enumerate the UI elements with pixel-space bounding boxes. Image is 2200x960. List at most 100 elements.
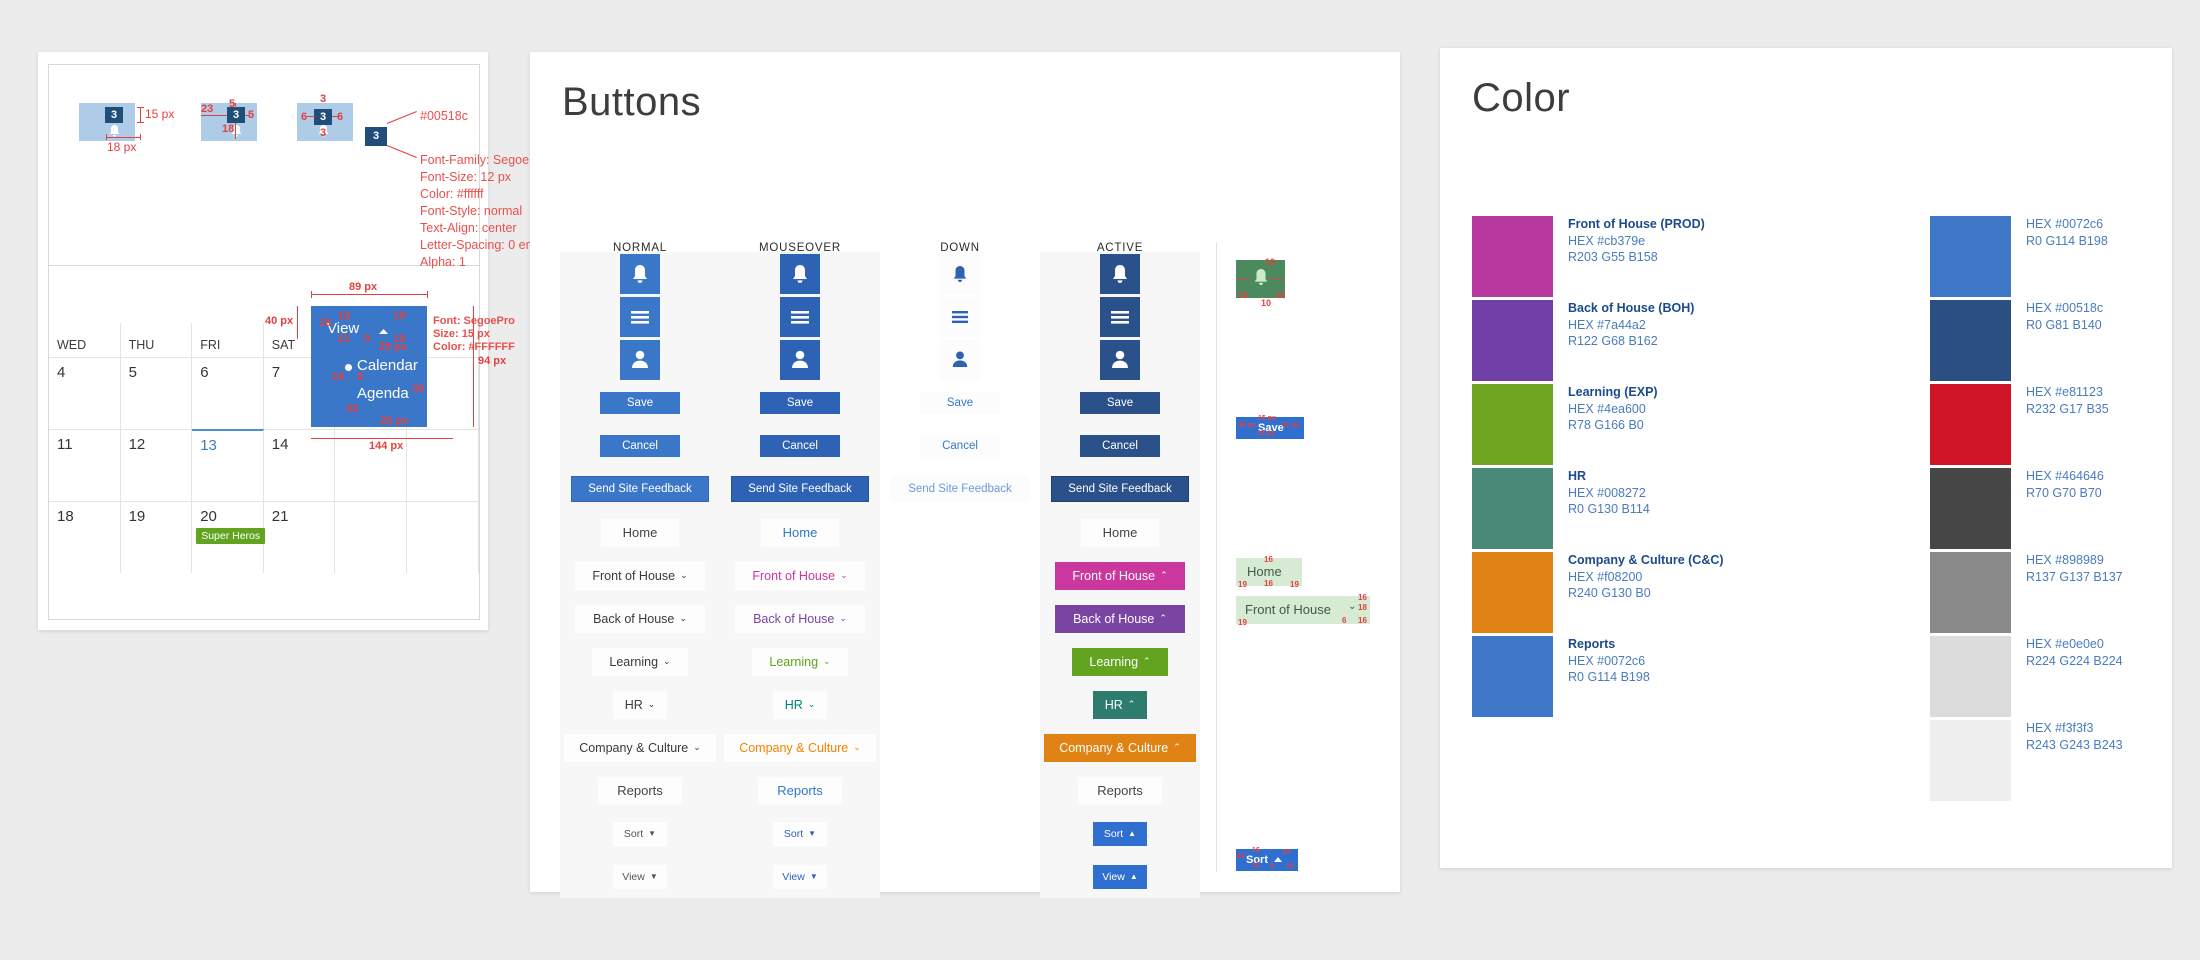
home-button-mouseover[interactable]: Home [761,518,839,547]
annotation-15px: 15 px [145,107,175,121]
chevron-up-icon: ⌃ [1159,613,1167,623]
swatch-info: HEX #464646 R70 G70 B70 [2026,468,2104,549]
swatch-color [1472,636,1553,717]
bell-button-down[interactable] [940,253,980,294]
menu-button-down[interactable] [940,296,980,337]
calendar-cell[interactable] [406,429,479,501]
dropdown-label: Learning [609,654,659,669]
calendar-cell[interactable]: 19 [120,501,193,573]
profile-button-normal[interactable] [620,339,660,380]
view-flyout-item-calendar[interactable]: Calendar [357,357,418,374]
button-row: Cancel [880,424,1040,467]
sort-button-active[interactable]: Sort ▲ [1093,821,1147,846]
button-row: View ▲ [1040,855,1200,898]
front-of-house-dropdown-normal[interactable]: Front of House ⌄ [575,561,705,590]
cancel-button-down[interactable]: Cancel [920,434,1000,457]
swatch-color [1930,552,2011,633]
menu-button-normal[interactable] [620,296,660,337]
swatch-info: Reports HEX #0072c6 R0 G114 B198 [1568,636,1650,717]
reports-button-active[interactable]: Reports [1078,776,1162,805]
annotation-18: 18 [222,123,235,135]
chevron-up-icon[interactable] [378,328,389,335]
cancel-button-normal[interactable]: Cancel [600,434,680,457]
front-of-house-dropdown-active[interactable]: Front of House ⌃ [1055,561,1185,590]
hr-dropdown-mouseover[interactable]: HR ⌄ [773,690,827,719]
profile-button-down[interactable] [940,339,980,380]
calendar-cell[interactable]: 12 [120,429,193,501]
calendar-event[interactable]: Super Heros [196,528,266,544]
text-spec-list: Font-Family: SegoeUI Font-Size: 12 px Co… [420,152,542,271]
cancel-button-mouseover[interactable]: Cancel [760,434,840,457]
calendar-cell-today[interactable]: 13 [192,429,264,501]
sort-button-normal[interactable]: Sort ▼ [613,821,667,846]
save-button-normal[interactable]: Save [600,391,680,414]
save-button-active[interactable]: Save [1080,391,1160,414]
profile-button-active[interactable] [1100,339,1140,380]
company-culture-dropdown-normal[interactable]: Company & Culture ⌄ [564,733,716,762]
swatch-info: HEX #e81123 R232 G17 B35 [2026,384,2109,465]
dropdown-label: Company & Culture [1059,740,1169,755]
color-panel: Color Front of House (PROD) HEX #cb379e … [1440,48,2172,868]
swatch-name: Reports [1568,637,1616,651]
view-button-mouseover[interactable]: View ▼ [773,864,827,889]
learning-dropdown-normal[interactable]: Learning ⌄ [592,647,688,676]
bell-icon [793,264,807,283]
bell-button-mouseover[interactable] [780,253,820,294]
calendar-cell[interactable]: 4 [49,357,121,429]
company-culture-dropdown-active[interactable]: Company & Culture ⌃ [1044,733,1196,762]
swatch-info: Back of House (BOH) HEX #7a44a2 R122 G68… [1568,300,1694,381]
hr-dropdown-active[interactable]: HR ⌃ [1093,690,1147,719]
calendar-cell[interactable]: 11 [49,429,121,501]
spec-top-section: 3 15 px 18 px 3 23 5 5 18 3 3 6 6 3 3 #0… [49,65,542,269]
calendar-cell[interactable] [335,501,407,573]
company-culture-dropdown-mouseover[interactable]: Company & Culture ⌄ [724,733,876,762]
view-flyout-item-agenda[interactable]: Agenda [357,385,409,402]
swatch-rgb: R240 G130 B0 [1568,586,1651,600]
view-button-active[interactable]: View ▲ [1093,864,1147,889]
calendar-cell[interactable]: 14 [263,429,336,501]
send-site-feedback-button-down[interactable]: Send Site Feedback [891,476,1029,502]
menu-button-active[interactable] [1100,296,1140,337]
bell-button-active[interactable] [1100,253,1140,294]
profile-button-mouseover[interactable] [780,339,820,380]
swatch-rgb: R203 G55 B158 [1568,250,1658,264]
front-of-house-dropdown-mouseover[interactable]: Front of House ⌄ [735,561,865,590]
home-button-active[interactable]: Home [1081,518,1159,547]
learning-dropdown-mouseover[interactable]: Learning ⌄ [752,647,848,676]
calendar-cell-number: 20 [200,508,217,525]
back-of-house-dropdown-normal[interactable]: Back of House ⌄ [575,604,705,633]
hr-dropdown-normal[interactable]: HR ⌄ [613,690,667,719]
reports-button-mouseover[interactable]: Reports [758,776,842,805]
learning-dropdown-active[interactable]: Learning ⌃ [1072,647,1168,676]
annotation-13: 13 [337,333,350,345]
swatch-row-plain: HEX #00518c R0 G81 B140 [1930,300,2103,381]
back-of-house-dropdown-active[interactable]: Back of House ⌃ [1055,604,1185,633]
calendar-cell[interactable]: 18 [49,501,121,573]
calendar-cell[interactable]: 21 [263,501,336,573]
bell-button-normal[interactable] [620,253,660,294]
button-row: Home [560,511,720,554]
calendar-cell[interactable] [406,501,479,573]
home-button-normal[interactable]: Home [601,518,679,547]
calendar-week-row: 11 12 13 14 [49,429,479,501]
calendar-cell[interactable]: 5 [120,357,193,429]
calendar-cell[interactable]: 6 [192,357,264,429]
send-site-feedback-button-normal[interactable]: Send Site Feedback [571,476,709,502]
triangle-down-icon: ▼ [649,872,658,881]
swatch-name: Learning (EXP) [1568,385,1658,399]
home-annotation-label: Home [1247,564,1282,579]
back-of-house-dropdown-mouseover[interactable]: Back of House ⌄ [735,604,865,633]
sort-button-mouseover[interactable]: Sort ▼ [773,821,827,846]
reports-button-normal[interactable]: Reports [598,776,682,805]
swatch-hex: HEX #f3f3f3 [2026,721,2094,735]
send-site-feedback-button-active[interactable]: Send Site Feedback [1051,476,1189,502]
annotation-30: 30 [412,383,425,395]
save-button-mouseover[interactable]: Save [760,391,840,414]
calendar-cell[interactable]: 20 Super Heros [192,501,266,573]
view-button-normal[interactable]: View ▼ [613,864,667,889]
swatch-name: Front of House (PROD) [1568,217,1705,231]
cancel-button-active[interactable]: Cancel [1080,434,1160,457]
save-button-down[interactable]: Save [920,391,1000,414]
send-site-feedback-button-mouseover[interactable]: Send Site Feedback [731,476,869,502]
menu-button-mouseover[interactable] [780,296,820,337]
